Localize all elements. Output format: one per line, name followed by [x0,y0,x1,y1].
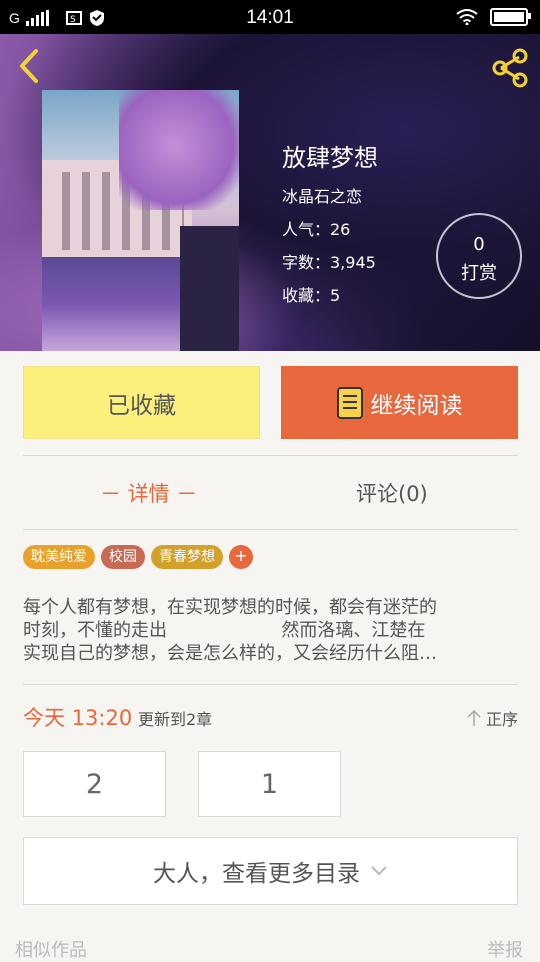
chevron-down-icon [371,866,387,876]
tag-list: 耽美纯爱 校园 青春梦想 + [23,545,253,569]
back-icon[interactable] [14,48,44,84]
tag[interactable]: 青春梦想 [151,545,223,569]
book-cover [42,90,239,351]
popularity: 人气：26 [282,220,351,239]
sort-label: 正序 [485,710,518,729]
report-link[interactable]: 举报 [487,936,523,962]
tab-comments[interactable]: 评论(0) [356,478,428,508]
word-count: 字数：3,945 [282,253,376,272]
chapter-item[interactable]: 2 [23,751,166,817]
collected-label: 已收藏 [107,392,176,419]
collected-button[interactable]: 已收藏 [23,366,260,439]
add-tag-button[interactable]: + [229,545,253,569]
update-text: 更新到2章 [138,710,213,729]
sort-toggle[interactable]: 正序 [466,706,518,730]
book-author[interactable]: 冰晶石之恋 [282,183,362,207]
chapter-label: 1 [260,768,279,800]
favorites-count: 收藏：5 [282,286,341,305]
description-line: 每个人都有梦想，在实现梦想的时候，都会有迷茫的 [23,597,437,618]
more-catalog-button[interactable]: 大人，查看更多目录 [23,837,518,905]
similar-works-heading: 相似作品 [15,940,87,961]
continue-reading-label: 继续阅读 [370,392,463,419]
status-right [456,8,531,26]
tag[interactable]: 耽美纯爱 [23,545,95,569]
chapter-item[interactable]: 1 [198,751,341,817]
chapter-label: 2 [85,768,104,800]
tab-details[interactable]: － 详情 － [100,478,197,508]
wifi-icon [456,9,478,25]
tip-label: 打赏 [461,263,497,284]
arrow-up-icon [467,709,481,726]
description-line: 时刻，不懂的走出 然而洛璃、江楚在 [23,620,426,641]
divider [23,684,518,685]
status-bar: G S 14:01 [0,0,540,34]
book-description[interactable]: 每个人都有梦想，在实现梦想的时候，都会有迷茫的 时刻，不懂的走出 然而洛璃、江楚… [23,596,519,665]
tip-count: 0 [473,234,485,255]
divider [23,529,518,530]
update-time: 今天 13:20 [23,706,133,730]
description-line: 实现自己的梦想，会是怎么样的，又会经历什么阻… [23,643,437,664]
book-icon [336,386,363,419]
continue-reading-button[interactable]: 继续阅读 [281,366,518,439]
share-icon[interactable] [490,48,530,88]
tip-button[interactable]: 0 打赏 [436,213,522,299]
book-hero: 放肆梦想 冰晶石之恋 人气：26 字数：3,945 收藏：5 0 打赏 [0,34,540,351]
divider [23,455,518,456]
tag[interactable]: 校园 [101,545,145,569]
book-title: 放肆梦想 [282,144,378,172]
more-catalog-label: 大人，查看更多目录 [153,861,360,887]
battery-icon [490,8,531,26]
